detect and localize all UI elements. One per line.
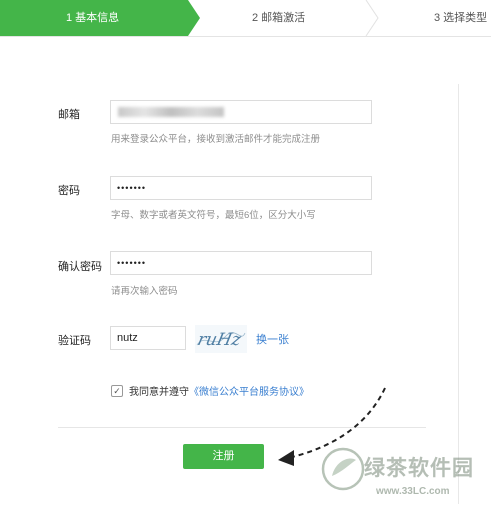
blurred-email-value [118,107,224,117]
watermark-logo-icon [321,447,365,491]
register-button[interactable]: 注册 [183,444,264,469]
captcha-label: 验证码 [58,335,91,347]
password-label: 密码 [58,185,80,197]
content-divider [458,84,459,504]
email-label: 邮箱 [58,109,80,121]
captcha-image[interactable]: ruHz [195,325,247,353]
watermark-text: 绿茶软件园 [364,457,474,480]
email-field[interactable] [110,100,372,124]
password-field[interactable]: ••••••• [110,176,372,200]
step-separator-icon [365,0,379,36]
captcha-text: ruHz [196,330,244,350]
agree-checkbox[interactable]: ✓ [111,384,123,397]
agreement-text: 我同意并遵守 [129,387,189,398]
confirm-password-hint: 请再次输入密码 [111,286,178,297]
step-basic-info: 1 基本信息 [0,0,200,36]
confirm-password-field[interactable]: ••••••• [110,251,372,275]
step-email-activation: 2 邮箱激活 [252,12,306,24]
watermark-url: www.33LC.com [376,486,450,497]
captcha-input[interactable]: nutz [110,326,186,350]
refresh-captcha-link[interactable]: 换一张 [256,331,289,347]
password-hint: 字母、数字或者英文符号，最短6位，区分大小写 [111,210,316,221]
confirm-password-label: 确认密码 [58,261,102,273]
email-hint: 用来登录公众平台，接收到激活邮件才能完成注册 [111,134,321,145]
step-progress-bar: 1 基本信息 2 邮箱激活 3 选择类型 [0,0,491,37]
step-select-type: 3 选择类型 [434,12,488,24]
